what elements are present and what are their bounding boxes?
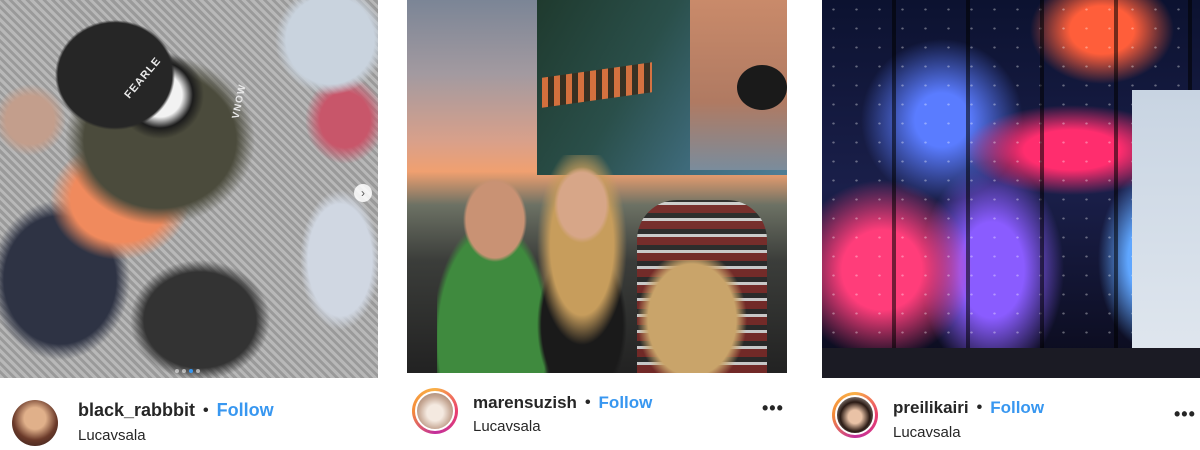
username-link[interactable]: preilikairi bbox=[893, 398, 969, 418]
separator-dot: • bbox=[976, 399, 983, 416]
post-meta: marensuzish • Follow Lucavsala bbox=[473, 388, 652, 435]
carousel-dot bbox=[196, 369, 200, 373]
location-link[interactable]: Lucavsala bbox=[78, 427, 274, 444]
post-photo[interactable]: FEARLE VNOW › bbox=[0, 0, 378, 378]
post-photo[interactable] bbox=[822, 0, 1200, 378]
name-line: preilikairi • Follow bbox=[893, 398, 1044, 418]
carousel-dot bbox=[175, 369, 179, 373]
sky bbox=[1132, 90, 1200, 350]
stage-floor bbox=[822, 348, 1200, 378]
name-line: marensuzish • Follow bbox=[473, 393, 652, 413]
username-link[interactable]: black_rabbbit bbox=[78, 400, 195, 421]
follow-button[interactable]: Follow bbox=[990, 398, 1044, 418]
avatar[interactable] bbox=[832, 392, 878, 438]
separator-dot: • bbox=[203, 401, 209, 419]
avatar[interactable] bbox=[12, 400, 58, 446]
location-link[interactable]: Lucavsala bbox=[473, 418, 652, 435]
post-meta: preilikairi • Follow Lucavsala bbox=[893, 392, 1044, 441]
location-link[interactable]: Lucavsala bbox=[893, 424, 1044, 441]
photo-text-cap: FEARLE bbox=[122, 54, 164, 102]
carousel-dot-active bbox=[189, 369, 193, 373]
crowd-person bbox=[637, 260, 747, 373]
avatar[interactable] bbox=[412, 388, 458, 434]
photo-text-shirt: VNOW bbox=[230, 83, 249, 120]
post-footer: marensuzish • Follow Lucavsala bbox=[412, 388, 652, 435]
username-link[interactable]: marensuzish bbox=[473, 393, 577, 413]
post-footer: preilikairi • Follow Lucavsala bbox=[832, 392, 1044, 441]
post-card: FEARLE VNOW › black_rabbbit • Follow Luc… bbox=[0, 0, 380, 446]
name-line: black_rabbbit • Follow bbox=[78, 400, 274, 421]
post-photo[interactable] bbox=[407, 0, 787, 373]
post-meta: black_rabbbit • Follow Lucavsala bbox=[78, 400, 274, 444]
microphone bbox=[737, 65, 787, 110]
carousel-dot bbox=[182, 369, 186, 373]
selfie-woman bbox=[532, 155, 632, 373]
post-card: marensuzish • Follow Lucavsala ••• bbox=[405, 0, 787, 435]
follow-button[interactable]: Follow bbox=[217, 400, 274, 421]
post-footer: black_rabbbit • Follow Lucavsala bbox=[12, 400, 274, 446]
more-horizontal-icon[interactable]: ••• bbox=[1174, 404, 1196, 425]
follow-button[interactable]: Follow bbox=[599, 393, 653, 413]
separator-dot: • bbox=[584, 394, 591, 411]
more-horizontal-icon[interactable]: ••• bbox=[762, 398, 784, 419]
post-card: preilikairi • Follow Lucavsala ••• bbox=[820, 0, 1200, 441]
carousel-indicator bbox=[175, 369, 200, 373]
chevron-right-icon[interactable]: › bbox=[354, 184, 372, 202]
